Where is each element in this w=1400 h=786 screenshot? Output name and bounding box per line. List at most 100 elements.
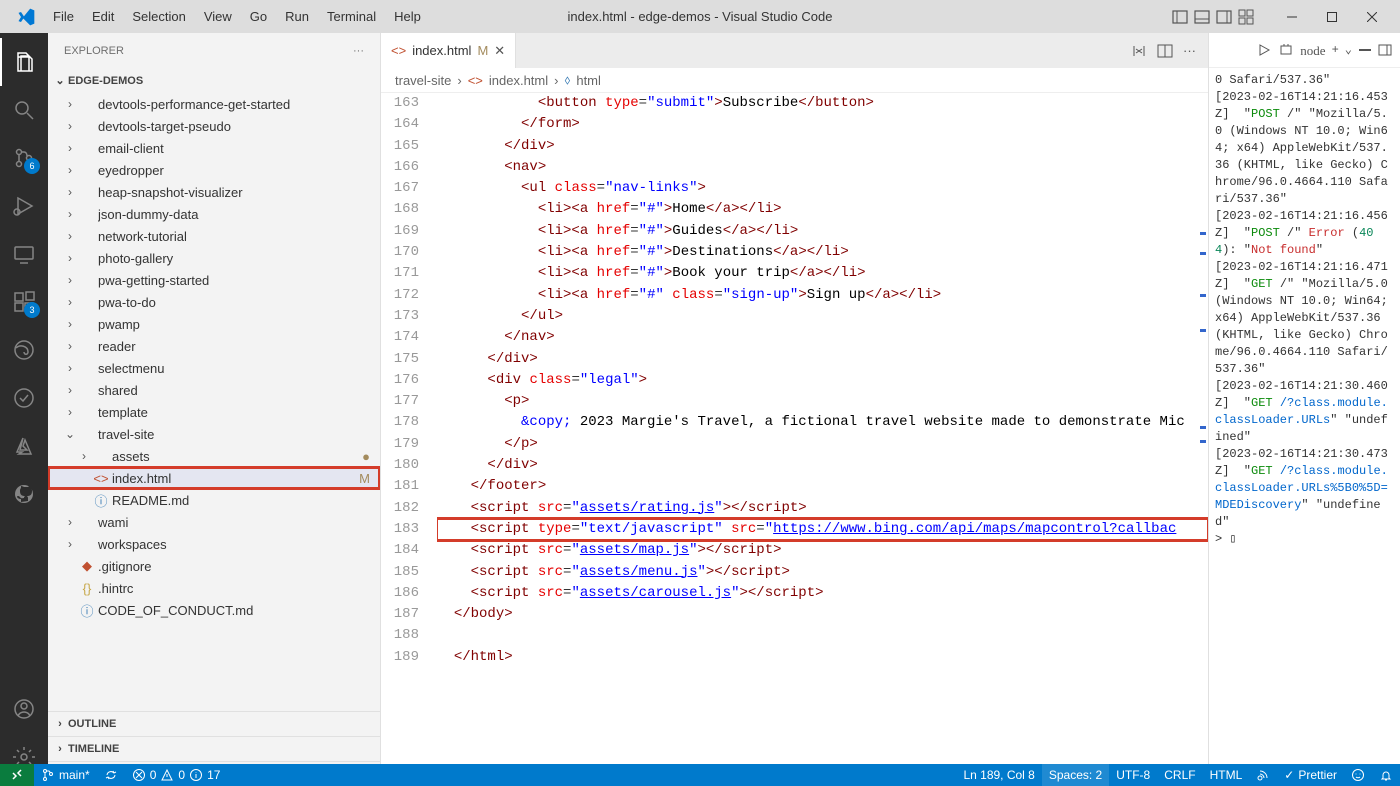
tree-item[interactable]: <>index.htmlM: [48, 467, 380, 489]
sb-encoding[interactable]: UTF-8: [1109, 764, 1157, 786]
tree-item[interactable]: ◆.gitignore: [48, 555, 380, 577]
code-line[interactable]: <script src="assets/carousel.js"></scrip…: [437, 583, 1208, 604]
sb-prettier[interactable]: ✓Prettier: [1277, 764, 1344, 786]
more-icon[interactable]: ···: [353, 45, 364, 57]
tree-item[interactable]: ›devtools-performance-get-started: [48, 93, 380, 115]
tree-item[interactable]: ›email-client: [48, 137, 380, 159]
editor-body[interactable]: 1631641651661671681691701711721731741751…: [381, 93, 1208, 786]
tree-item[interactable]: ›shared: [48, 379, 380, 401]
code-line[interactable]: <li><a href="#">Book your trip</a></li>: [437, 263, 1208, 284]
code-line[interactable]: <div class="legal">: [437, 370, 1208, 391]
panel-right-icon[interactable]: [1378, 43, 1392, 57]
tree-item[interactable]: ›assets●: [48, 445, 380, 467]
breadcrumb[interactable]: travel-site› <>index.html› ⬨html: [381, 68, 1208, 93]
menu-edit[interactable]: Edit: [83, 5, 123, 28]
activity-explorer[interactable]: [0, 38, 48, 86]
close-button[interactable]: [1352, 0, 1392, 33]
code-line[interactable]: &copy; 2023 Margie's Travel, a fictional…: [437, 412, 1208, 433]
menu-terminal[interactable]: Terminal: [318, 5, 385, 28]
chevron-down-icon[interactable]: ⌄: [1345, 42, 1352, 59]
activity-search[interactable]: [0, 86, 48, 134]
code-line[interactable]: </body>: [437, 604, 1208, 625]
sb-eol[interactable]: CRLF: [1157, 764, 1202, 786]
tree-item[interactable]: ⓘCODE_OF_CONDUCT.md: [48, 599, 380, 621]
code-area[interactable]: <button type="submit">Subscribe</button>…: [437, 93, 1208, 786]
close-icon[interactable]: ✕: [494, 43, 505, 59]
code-line[interactable]: <script src="assets/menu.js"></script>: [437, 562, 1208, 583]
layout-icon[interactable]: [1172, 9, 1188, 25]
tree-item[interactable]: ›wami: [48, 511, 380, 533]
code-line[interactable]: [437, 625, 1208, 646]
menu-go[interactable]: Go: [241, 5, 276, 28]
menu-file[interactable]: File: [44, 5, 83, 28]
tree-item[interactable]: ›heap-snapshot-visualizer: [48, 181, 380, 203]
tree-item[interactable]: ›pwamp: [48, 313, 380, 335]
sb-radio[interactable]: [1249, 764, 1277, 786]
tree-item[interactable]: ›pwa-getting-started: [48, 269, 380, 291]
code-line[interactable]: </form>: [437, 114, 1208, 135]
code-line[interactable]: </div>: [437, 136, 1208, 157]
tree-item[interactable]: ⓘREADME.md: [48, 489, 380, 511]
split-icon[interactable]: [1157, 43, 1173, 59]
tree-item[interactable]: ›selectmenu: [48, 357, 380, 379]
code-line[interactable]: </footer>: [437, 476, 1208, 497]
tree-item[interactable]: ›reader: [48, 335, 380, 357]
code-line[interactable]: <button type="submit">Subscribe</button>: [437, 93, 1208, 114]
code-line[interactable]: <li><a href="#">Destinations</a></li>: [437, 242, 1208, 263]
sb-branch[interactable]: main*: [34, 764, 97, 786]
activity-github[interactable]: [0, 470, 48, 518]
run-icon[interactable]: [1256, 42, 1272, 58]
menu-run[interactable]: Run: [276, 5, 318, 28]
menu-view[interactable]: View: [195, 5, 241, 28]
sb-bell[interactable]: [1372, 764, 1400, 786]
code-line[interactable]: </p>: [437, 434, 1208, 455]
sb-spaces[interactable]: Spaces: 2: [1042, 764, 1109, 786]
code-line[interactable]: <ul class="nav-links">: [437, 178, 1208, 199]
tree-item[interactable]: ›photo-gallery: [48, 247, 380, 269]
tree-item[interactable]: ›json-dummy-data: [48, 203, 380, 225]
code-line[interactable]: </div>: [437, 349, 1208, 370]
sb-sync[interactable]: [97, 764, 125, 786]
sb-lang[interactable]: HTML: [1203, 764, 1250, 786]
panel-min-icon[interactable]: [1358, 43, 1372, 57]
minimize-button[interactable]: [1272, 0, 1312, 33]
debug-config-label[interactable]: node: [1300, 42, 1325, 59]
crumb-folder[interactable]: travel-site: [395, 73, 451, 88]
sb-position[interactable]: Ln 189, Col 8: [956, 764, 1041, 786]
tree-item[interactable]: ⌄travel-site: [48, 423, 380, 445]
code-line[interactable]: <script src="assets/map.js"></script>: [437, 540, 1208, 561]
code-line[interactable]: <nav>: [437, 157, 1208, 178]
activity-accounts[interactable]: [0, 685, 48, 733]
remote-button[interactable]: [0, 764, 34, 786]
tree-item[interactable]: {}.hintrc: [48, 577, 380, 599]
activity-azure[interactable]: [0, 422, 48, 470]
terminal-output[interactable]: 0 Safari/537.36" [2023-02-16T14:21:16.45…: [1209, 68, 1400, 786]
tree-item[interactable]: ›template: [48, 401, 380, 423]
tree-item[interactable]: ›workspaces: [48, 533, 380, 555]
activity-debug[interactable]: [0, 182, 48, 230]
sb-problems[interactable]: 0 0 17: [125, 764, 228, 786]
code-line[interactable]: <script type="text/javascript" src="http…: [437, 519, 1208, 540]
debug-icon[interactable]: [1278, 42, 1294, 58]
code-line[interactable]: </nav>: [437, 327, 1208, 348]
activity-remote[interactable]: [0, 230, 48, 278]
code-line[interactable]: <li><a href="#" class="sign-up">Sign up<…: [437, 285, 1208, 306]
file-tree[interactable]: ›devtools-performance-get-started›devtoo…: [48, 93, 380, 711]
tree-item[interactable]: ›eyedropper: [48, 159, 380, 181]
activity-scm[interactable]: 6: [0, 134, 48, 182]
activity-testing[interactable]: [0, 374, 48, 422]
section-outline[interactable]: ›OUTLINE: [48, 711, 380, 736]
maximize-button[interactable]: [1312, 0, 1352, 33]
crumb-symbol[interactable]: html: [576, 73, 601, 88]
menu-selection[interactable]: Selection: [123, 5, 194, 28]
crumb-file[interactable]: index.html: [489, 73, 548, 88]
customize-layout-icon[interactable]: [1238, 9, 1254, 25]
activity-edge[interactable]: [0, 326, 48, 374]
panel-icon[interactable]: [1194, 9, 1210, 25]
editor-tab-index[interactable]: <> index.html M ✕: [381, 33, 516, 68]
compare-icon[interactable]: [1131, 43, 1147, 59]
plus-icon[interactable]: +: [1332, 42, 1339, 59]
code-line[interactable]: <p>: [437, 391, 1208, 412]
overview-ruler[interactable]: [1196, 93, 1208, 786]
layout-right-icon[interactable]: [1216, 9, 1232, 25]
